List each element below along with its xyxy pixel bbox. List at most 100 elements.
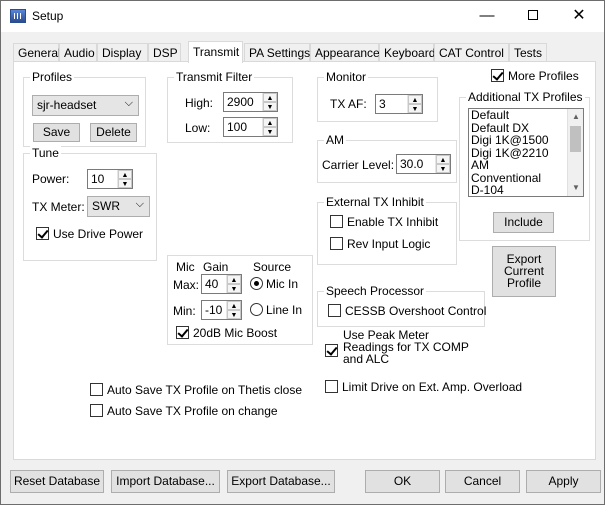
- spinner-arrows-icon[interactable]: ▲ ▼: [117, 170, 132, 188]
- profiles-group: Profiles sjr-headset ⌵ Save Delete: [23, 70, 146, 147]
- autosave-change-label: Auto Save TX Profile on change: [107, 404, 278, 418]
- line-in-radio[interactable]: Line In: [250, 303, 302, 317]
- filter-high-spinner[interactable]: 2900 ▲ ▼: [223, 92, 278, 112]
- maximize-button[interactable]: [510, 1, 556, 32]
- use-drive-power-checkbox[interactable]: Use Drive Power: [36, 227, 143, 241]
- close-button[interactable]: ✕: [556, 1, 602, 32]
- gain-header: Gain: [203, 260, 229, 274]
- mic-gain-min-spinner[interactable]: -10 ▲ ▼: [201, 300, 242, 320]
- export-line-3: Profile: [506, 276, 541, 290]
- tab-appearance[interactable]: Appearance: [310, 43, 380, 62]
- enable-tx-inhibit-label: Enable TX Inhibit: [347, 215, 439, 229]
- export-current-profile-button[interactable]: Export Current Profile: [492, 246, 556, 297]
- chevron-down-icon: ⌵: [124, 97, 133, 109]
- limit-drive-checkbox[interactable]: Limit Drive on Ext. Amp. Overload: [325, 380, 522, 394]
- power-spinner[interactable]: 10 ▲ ▼: [87, 169, 133, 189]
- spinner-arrows-icon[interactable]: ▲ ▼: [226, 275, 241, 293]
- tab-pa-settings[interactable]: PA Settings: [244, 43, 310, 62]
- tab-audio[interactable]: Audio: [59, 43, 97, 62]
- spinner-arrows-icon[interactable]: ▲ ▼: [407, 95, 422, 113]
- mic-header: Mic: [176, 260, 195, 274]
- filter-low-spinner[interactable]: 100 ▲ ▼: [223, 117, 278, 137]
- window-title: Setup: [32, 9, 64, 23]
- tab-general[interactable]: General: [13, 43, 61, 62]
- speech-processor-title: Speech Processor: [324, 284, 427, 298]
- rev-input-logic-checkbox[interactable]: Rev Input Logic: [330, 237, 430, 251]
- additional-profiles-list[interactable]: Default Default DX Digi 1K@1500 Digi 1K@…: [468, 108, 584, 197]
- tab-transmit[interactable]: Transmit: [188, 41, 243, 63]
- monitor-group: Monitor TX AF: 3 ▲ ▼: [317, 70, 438, 122]
- spinner-arrows-icon[interactable]: ▲ ▼: [262, 93, 277, 111]
- reset-database-button[interactable]: Reset Database: [10, 470, 104, 493]
- additional-tx-profiles-group: Additional TX Profiles Default Default D…: [459, 90, 590, 241]
- source-header: Source: [253, 260, 292, 274]
- list-item[interactable]: Digi 1K@1500: [469, 134, 583, 147]
- checkbox-checked-icon: [325, 344, 338, 357]
- ok-button[interactable]: OK: [365, 470, 440, 493]
- spinner-arrows-icon[interactable]: ▲ ▼: [262, 118, 277, 136]
- mic-boost-label: 20dB Mic Boost: [193, 326, 278, 340]
- limit-drive-label: Limit Drive on Ext. Amp. Overload: [342, 380, 523, 394]
- mic-boost-checkbox[interactable]: 20dB Mic Boost: [176, 326, 277, 340]
- tab-tests[interactable]: Tests: [509, 43, 547, 62]
- additional-tx-profiles-title: Additional TX Profiles: [466, 90, 585, 104]
- mic-gain-max-spinner[interactable]: 40 ▲ ▼: [201, 274, 242, 294]
- mic-in-radio[interactable]: Mic In: [250, 277, 298, 291]
- maximize-icon: [528, 9, 538, 20]
- cancel-button[interactable]: Cancel: [445, 470, 520, 493]
- spinner-arrows-icon[interactable]: ▲ ▼: [226, 301, 241, 319]
- tab-display[interactable]: Display: [97, 43, 148, 62]
- list-item[interactable]: Default: [469, 109, 583, 122]
- checkbox-unchecked-icon: [90, 404, 103, 417]
- tx-meter-select[interactable]: SWR ⌵: [87, 196, 150, 217]
- delete-profile-button[interactable]: Delete: [90, 123, 137, 142]
- more-profiles-label: More Profiles: [508, 69, 579, 83]
- more-profiles-checkbox[interactable]: More Profiles: [491, 69, 579, 83]
- tune-group-title: Tune: [30, 146, 61, 160]
- monitor-group-title: Monitor: [324, 70, 369, 84]
- checkbox-unchecked-icon: [325, 380, 338, 393]
- tx-meter-value: SWR: [92, 199, 120, 213]
- autosave-close-checkbox[interactable]: Auto Save TX Profile on Thetis close: [90, 383, 302, 397]
- tune-group: Tune Power: 10 ▲ ▼ TX Meter: SWR ⌵ Use Dr…: [23, 146, 157, 261]
- tab-keyboard[interactable]: Keyboard: [379, 43, 435, 62]
- tx-af-label: TX AF:: [330, 97, 367, 111]
- profiles-group-title: Profiles: [30, 70, 75, 84]
- tab-dsp[interactable]: DSP: [148, 43, 181, 62]
- scroll-down-icon[interactable]: ▼: [568, 180, 583, 196]
- mic-group: Mic Gain Source Max: 40 ▲ ▼ Mic In Min: -…: [167, 255, 313, 345]
- app-icon: [10, 9, 26, 23]
- tab-cat-control[interactable]: CAT Control: [434, 43, 509, 62]
- save-profile-button[interactable]: Save: [33, 123, 80, 142]
- list-item[interactable]: AM: [469, 159, 583, 172]
- scroll-thumb[interactable]: [570, 126, 581, 152]
- peak-meter-checkbox[interactable]: Use Peak Meter Readings for TX COMP and …: [325, 329, 469, 365]
- profile-select[interactable]: sjr-headset ⌵: [32, 95, 139, 116]
- apply-button[interactable]: Apply: [526, 470, 601, 493]
- checkbox-unchecked-icon: [330, 215, 343, 228]
- list-item[interactable]: D-104: [469, 184, 583, 196]
- use-drive-power-label: Use Drive Power: [53, 227, 144, 241]
- checkbox-unchecked-icon: [328, 304, 341, 317]
- title-bar: Setup — ✕: [1, 1, 604, 32]
- carrier-level-value: 30.0: [400, 157, 424, 171]
- export-database-button[interactable]: Export Database...: [227, 470, 335, 493]
- power-label: Power:: [32, 172, 70, 186]
- minimize-button[interactable]: —: [464, 1, 510, 32]
- autosave-change-checkbox[interactable]: Auto Save TX Profile on change: [90, 404, 278, 418]
- checkbox-unchecked-icon: [90, 383, 103, 396]
- vertical-scrollbar[interactable]: ▲ ▼: [567, 109, 583, 196]
- spinner-arrows-icon[interactable]: ▲ ▼: [435, 155, 450, 173]
- enable-tx-inhibit-checkbox[interactable]: Enable TX Inhibit: [330, 215, 438, 229]
- transmit-filter-title: Transmit Filter: [174, 70, 255, 84]
- power-value: 10: [91, 172, 105, 186]
- cessb-overshoot-label: CESSB Overshoot Control: [345, 304, 487, 318]
- import-database-button[interactable]: Import Database...: [111, 470, 220, 493]
- include-button[interactable]: Include: [493, 212, 554, 233]
- carrier-level-spinner[interactable]: 30.0 ▲ ▼: [396, 154, 451, 174]
- tx-af-spinner[interactable]: 3 ▲ ▼: [375, 94, 423, 114]
- am-group-title: AM: [324, 133, 346, 147]
- setup-window: Setup — ✕ General Audio Display DSP Tran…: [0, 0, 605, 505]
- cessb-overshoot-checkbox[interactable]: CESSB Overshoot Control: [328, 304, 486, 318]
- scroll-up-icon[interactable]: ▲: [568, 109, 583, 125]
